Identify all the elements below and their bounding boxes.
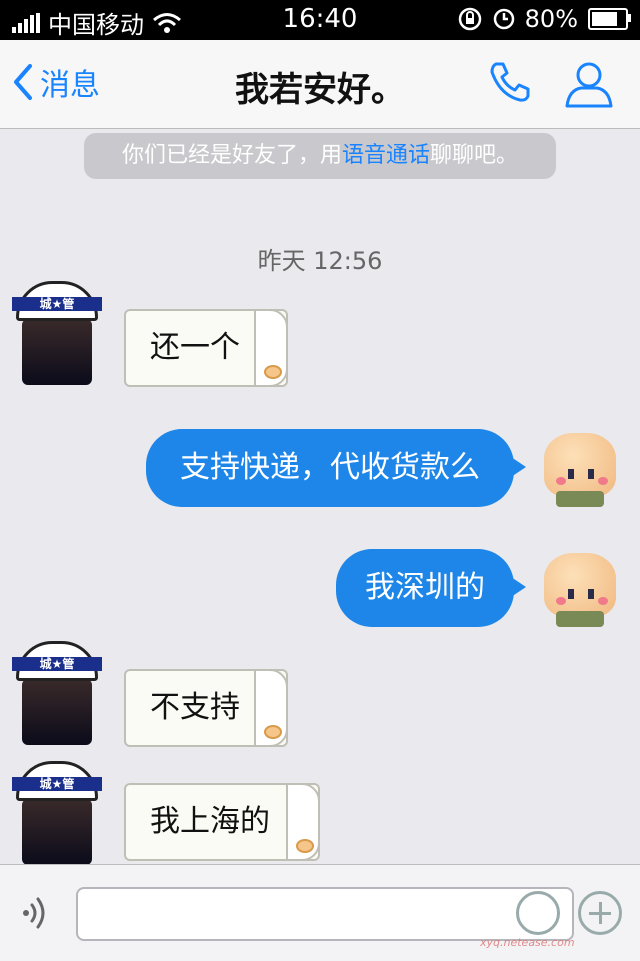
avatar[interactable] xyxy=(540,549,620,629)
timestamp: 昨天 12:56 xyxy=(257,247,383,275)
message-text: 不支持 xyxy=(150,690,240,725)
paper-roll-icon xyxy=(254,309,288,387)
message-text: 支持快递，代收货款么 xyxy=(180,450,480,485)
page-title: 我若安好。 xyxy=(235,70,405,110)
alarm-icon xyxy=(493,8,514,30)
nav-bar: 消息 我若安好。 xyxy=(0,40,640,129)
avatar[interactable]: 城★管 xyxy=(12,281,102,391)
message-bubble-left[interactable]: 我上海的 xyxy=(124,783,320,861)
paper-roll-icon xyxy=(286,783,320,861)
avatar-badge: 城★管 xyxy=(12,777,102,791)
voice-call-link[interactable]: 语音通话 xyxy=(342,143,430,168)
profile-icon[interactable] xyxy=(563,58,615,110)
message-bubble-left[interactable]: 还一个 xyxy=(124,309,288,387)
voice-icon[interactable] xyxy=(18,893,58,933)
message-bubble-right[interactable]: 我深圳的 xyxy=(336,549,526,627)
system-note-prefix: 你们已经是好友了，用 xyxy=(121,143,342,168)
message-text: 我深圳的 xyxy=(365,570,485,605)
message-bubble-right[interactable]: 支持快递，代收货款么 xyxy=(146,429,526,507)
avatar[interactable] xyxy=(540,429,620,509)
battery-label: 80% xyxy=(524,5,578,33)
message-text: 我上海的 xyxy=(150,804,270,839)
avatar[interactable]: 城★管 xyxy=(12,641,102,751)
watermark-logo: xyq.netease.com xyxy=(454,870,624,956)
message-bubble-left[interactable]: 不支持 xyxy=(124,669,288,747)
lock-rotation-icon xyxy=(458,7,481,31)
message-text: 还一个 xyxy=(150,330,240,365)
system-note: 你们已经是好友了，用语音通话聊聊吧。 xyxy=(84,133,556,179)
system-note-suffix: 聊聊吧。 xyxy=(430,143,519,168)
chat-area[interactable]: 你们已经是好友了，用语音通话聊聊吧。 昨天 12:56 城★管 还一个 支持快递… xyxy=(0,129,640,864)
phone-icon[interactable] xyxy=(486,58,534,106)
status-bar: 中国移动 16:40 80% xyxy=(0,0,640,40)
battery-icon xyxy=(588,8,631,30)
paper-roll-icon xyxy=(254,669,288,747)
avatar-badge: 城★管 xyxy=(12,657,102,671)
avatar-badge: 城★管 xyxy=(12,297,102,311)
status-right: 80% xyxy=(457,5,631,33)
avatar[interactable]: 城★管 xyxy=(12,761,102,864)
watermark-url: xyq.netease.com xyxy=(480,936,575,949)
